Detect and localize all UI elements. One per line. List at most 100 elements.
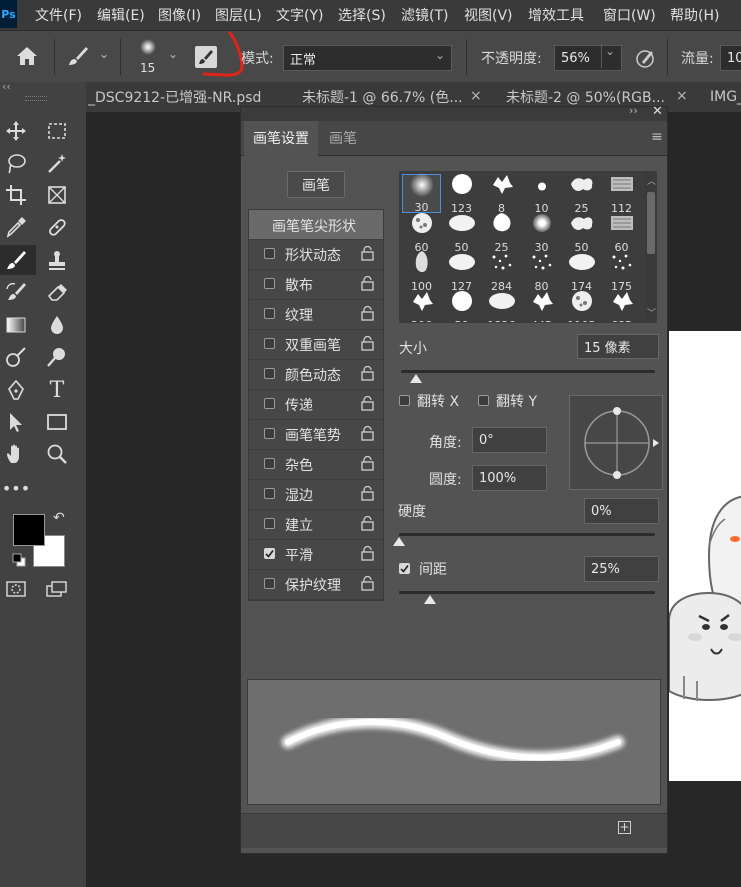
brush-option-item[interactable]: 杂色 [249,450,383,480]
lock-icon[interactable] [361,575,374,595]
option-checkbox[interactable] [264,578,275,589]
magic-wand-tool-icon[interactable] [43,149,71,177]
history-brush-tool-icon[interactable] [2,278,30,306]
burn-tool-icon[interactable] [43,343,71,371]
tab-brushes[interactable]: 画笔 [320,121,366,155]
menu-view[interactable]: 视图(V) [464,5,513,25]
brush-option-item[interactable]: 建立 [249,510,383,540]
angle-roundness-widget[interactable] [569,395,663,490]
flip-x-checkbox[interactable] [399,395,410,406]
brush-preset-cell[interactable]: 1103 [562,291,601,322]
brush-preset-cell[interactable]: 445 [522,291,561,322]
brush-preset-cell[interactable]: 8 [482,174,521,215]
opacity-input[interactable]: 56% ⌄ [554,44,622,71]
brush-preset-cell[interactable]: 127 [442,252,481,293]
size-slider-thumb[interactable] [410,374,423,383]
option-checkbox[interactable] [264,488,275,499]
menu-window[interactable]: 窗口(W) [603,5,656,25]
rectangle-tool-icon[interactable] [43,408,71,436]
brush-preset-preview-icon[interactable] [140,39,156,55]
menu-filter[interactable]: 滤镜(T) [401,5,448,25]
angle-input[interactable]: 0° [472,427,547,453]
lasso-tool-icon[interactable] [2,149,30,177]
lock-icon[interactable] [361,485,374,505]
menu-file[interactable]: 文件(F) [35,5,82,25]
chevron-down-icon[interactable]: ⌄ [601,44,618,68]
brush-preset-cell[interactable]: 25 [562,174,601,215]
menu-plugins[interactable]: 增效工具 [528,5,584,25]
brush-preset-cell[interactable]: 284 [482,252,521,293]
home-icon[interactable] [15,45,39,71]
healing-brush-tool-icon[interactable] [43,213,71,241]
hand-tool-icon[interactable] [2,440,30,468]
spacing-checkbox[interactable] [399,563,410,574]
chevron-down-icon[interactable]: ⌄ [99,47,109,61]
lock-icon[interactable] [361,425,374,445]
option-checkbox[interactable] [264,278,275,289]
spacing-input[interactable]: 25% [584,556,659,582]
brush-option-item[interactable]: 保护纹理 [249,570,383,600]
close-icon[interactable]: ✕ [652,104,663,119]
quick-mask-icon[interactable] [6,580,26,602]
type-tool-icon[interactable]: T [43,376,71,404]
brush-preset-cell[interactable]: 50 [442,213,481,254]
clone-stamp-tool-icon[interactable] [43,246,71,274]
eyedropper-tool-icon[interactable] [2,213,30,241]
option-checkbox[interactable] [264,548,275,559]
brush-preset-cell[interactable]: 112 [602,174,641,215]
frame-tool-icon[interactable] [43,181,71,209]
brush-preset-cell[interactable]: 100 [402,251,441,293]
lock-icon[interactable] [361,395,374,415]
brush-option-item[interactable]: 双重画笔 [249,330,383,360]
brush-preset-cell[interactable]: 25 [482,213,521,254]
size-slider[interactable] [401,370,655,373]
scrollbar-thumb[interactable] [647,192,655,254]
mode-select[interactable]: 正常 ⌄ [283,45,452,71]
brush-preset-cell[interactable]: 50 [562,213,601,254]
grip-icon[interactable] [25,96,47,101]
option-checkbox[interactable] [264,338,275,349]
brush-preset-cell[interactable]: 174 [562,252,601,293]
menu-layer[interactable]: 图层(L) [215,5,262,25]
brush-preset-cell[interactable]: 306 [402,291,441,322]
chevron-down-icon[interactable]: ⌄ [168,47,178,61]
foreground-color-swatch[interactable] [13,514,45,546]
lock-icon[interactable] [361,515,374,535]
lock-icon[interactable] [361,275,374,295]
panel-menu-icon[interactable]: ≡ [651,129,663,145]
option-checkbox[interactable] [264,398,275,409]
lock-icon[interactable] [361,335,374,355]
blur-tool-icon[interactable] [43,311,71,339]
brush-preset-cell[interactable]: 60 [602,213,641,254]
option-checkbox[interactable] [264,518,275,529]
panel-header[interactable]: ›› ✕ [241,104,667,121]
menu-help[interactable]: 帮助(H) [670,5,719,25]
dodge-tool-icon[interactable] [2,343,30,371]
brush-preset-cell[interactable]: 30 [402,173,441,214]
pressure-opacity-icon[interactable] [635,47,657,73]
brush-preset-cell[interactable]: 60 [402,213,441,254]
option-checkbox[interactable] [264,308,275,319]
brush-option-item[interactable]: 平滑 [249,540,383,570]
option-checkbox[interactable] [264,428,275,439]
flow-input[interactable]: 10 [720,45,741,71]
path-selection-tool-icon[interactable] [2,408,30,436]
brush-preset-cell[interactable]: 175 [602,252,641,293]
screen-mode-icon[interactable] [46,580,68,602]
brush-option-item[interactable]: 颜色动态 [249,360,383,390]
hardness-slider-thumb[interactable] [393,537,405,546]
brush-tip-shape-item[interactable]: 画笔笔尖形状 [249,210,383,240]
hardness-slider[interactable] [399,533,655,536]
default-colors-icon[interactable] [12,552,26,571]
option-checkbox[interactable] [264,368,275,379]
tab-brush-settings[interactable]: 画笔设置 [244,121,318,157]
brush-option-item[interactable]: 散布 [249,270,383,300]
lock-icon[interactable] [361,365,374,385]
brush-preset-cell[interactable]: 30 [522,213,561,254]
spacing-slider[interactable] [399,591,655,594]
size-input[interactable]: 15 像素 [577,334,659,359]
brush-preset-cell[interactable]: 123 [442,174,481,215]
lock-icon[interactable] [361,305,374,325]
swap-colors-icon[interactable]: ↶ [53,510,65,526]
pen-tool-icon[interactable] [2,376,30,404]
